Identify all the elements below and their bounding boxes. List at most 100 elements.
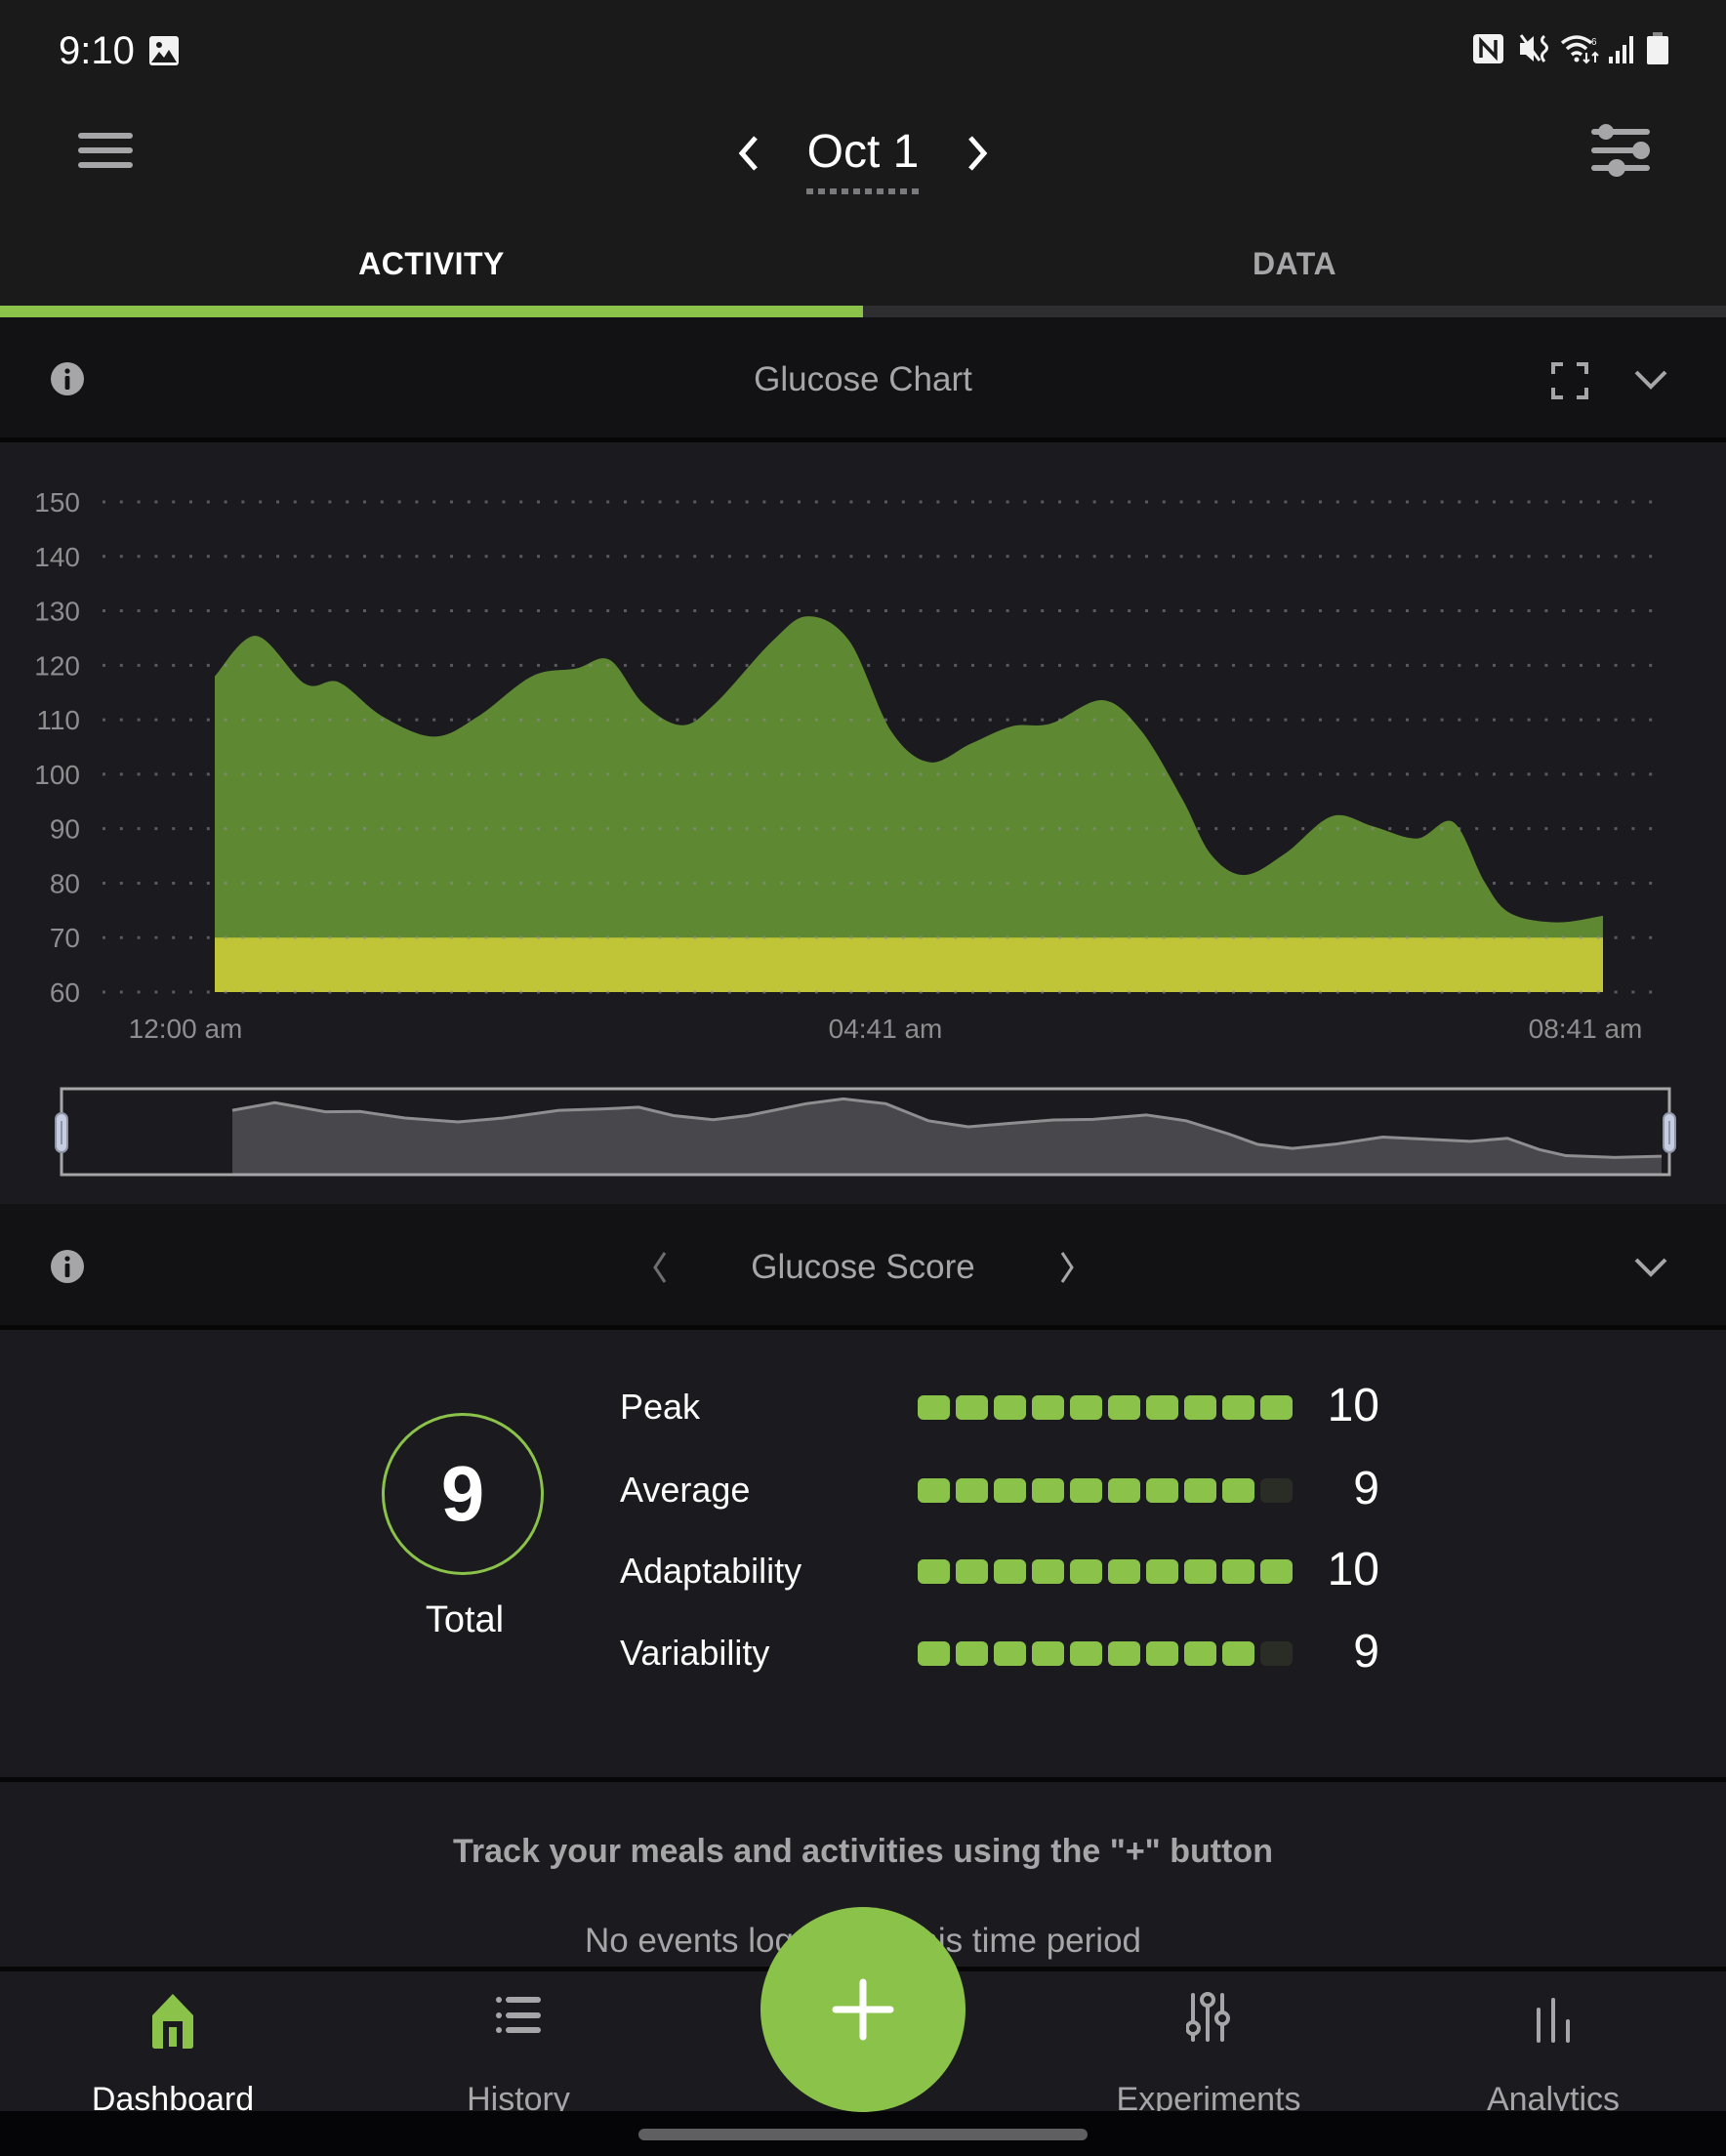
date-underline — [806, 188, 920, 194]
glucose-chart-title: Glucose Chart — [754, 360, 972, 398]
meter-segment-filled — [1070, 1478, 1102, 1503]
score-label: Adaptability — [620, 1551, 802, 1591]
x-axis: 12:00 am 04:41 am 08:41 am — [129, 1014, 1643, 1044]
meter-segment-filled — [1032, 1478, 1064, 1503]
home-icon — [152, 1994, 193, 2049]
nfc-icon — [1473, 34, 1503, 63]
nav-item-history[interactable]: History — [372, 1971, 665, 2118]
meter-segment-filled — [1146, 1478, 1178, 1503]
meter-segment-filled — [956, 1641, 988, 1666]
list-icon — [496, 1997, 541, 2033]
meter-segment-filled — [1146, 1641, 1178, 1666]
tab-activity[interactable]: ACTIVITY — [0, 234, 863, 293]
meter-segment-filled — [994, 1478, 1026, 1503]
total-score-value: 9 — [440, 1450, 485, 1537]
meter-segment-filled — [1070, 1641, 1102, 1666]
meter-segment-filled — [918, 1395, 950, 1420]
collapse-chevron-icon[interactable] — [1633, 367, 1668, 393]
section-divider — [0, 1777, 1726, 1782]
x-tick-label: 04:41 am — [829, 1014, 943, 1044]
glucose-area — [215, 616, 1603, 992]
y-tick-label: 70 — [50, 923, 80, 953]
y-tick-label: 150 — [34, 487, 80, 518]
y-tick-label: 120 — [34, 650, 80, 681]
svg-text:6: 6 — [1591, 37, 1597, 48]
tab-data[interactable]: DATA — [863, 234, 1726, 293]
score-label: Variability — [620, 1633, 770, 1673]
bar-chart-icon — [1537, 1998, 1570, 2043]
events-hint: Track your meals and activities using th… — [453, 1833, 1273, 1870]
score-meter — [918, 1641, 1298, 1666]
meter-segment-filled — [1184, 1478, 1216, 1503]
plus-icon — [832, 1978, 894, 2041]
collapse-chevron-icon[interactable] — [1633, 1255, 1668, 1280]
meter-segment-filled — [1184, 1641, 1216, 1666]
meter-segment-filled — [994, 1395, 1026, 1420]
y-tick-label: 90 — [50, 814, 80, 845]
meter-segment-filled — [1222, 1641, 1254, 1666]
glucose-chart[interactable]: 150 140 130 120 110 100 90 80 70 60 12:00 am 04:41 … — [0, 442, 1726, 1204]
meter-segment-filled — [1070, 1559, 1102, 1584]
wifi-icon: 6 — [1560, 35, 1599, 64]
signal-icon — [1609, 36, 1633, 63]
home-gesture-bar[interactable] — [638, 2129, 1088, 2140]
total-score-label: Total — [425, 1599, 505, 1640]
meter-segment-filled — [994, 1559, 1026, 1584]
meter-segment-filled — [1146, 1395, 1178, 1420]
meter-segment-filled — [1146, 1559, 1178, 1584]
x-tick-label: 12:00 am — [129, 1014, 243, 1044]
range-navigator[interactable] — [55, 1087, 1676, 1177]
meter-segment-filled — [918, 1478, 950, 1503]
image-icon — [149, 36, 179, 65]
filter-sliders-icon[interactable] — [1589, 121, 1654, 180]
meter-segment-filled — [994, 1641, 1026, 1666]
chevron-left-icon[interactable] — [736, 135, 761, 172]
nav-item-experiments[interactable]: Experiments — [1062, 1971, 1355, 2118]
vibrate-mute-icon — [1519, 34, 1548, 62]
score-value: 10 — [1327, 1544, 1379, 1596]
chart-area-layer — [215, 616, 1603, 992]
score-meter — [918, 1559, 1298, 1584]
meter-segment-filled — [1070, 1395, 1102, 1420]
score-label: Peak — [620, 1387, 701, 1427]
meter-segment-filled — [1222, 1478, 1254, 1503]
score-label: Average — [620, 1470, 751, 1510]
nav-item-analytics[interactable]: Analytics — [1407, 1971, 1700, 2118]
glucose-score-title: Glucose Score — [751, 1248, 975, 1286]
score-meter — [918, 1478, 1298, 1503]
score-value: 9 — [1353, 1463, 1379, 1514]
fullscreen-icon[interactable] — [1551, 362, 1588, 399]
navigator-area — [232, 1099, 1662, 1175]
meter-segment-filled — [1108, 1641, 1140, 1666]
add-event-button[interactable] — [760, 1907, 966, 2112]
meter-segment-filled — [918, 1641, 950, 1666]
score-value: 9 — [1353, 1626, 1379, 1678]
low-threshold-band — [215, 937, 1603, 992]
date-selector[interactable]: Oct 1 — [765, 123, 961, 182]
meter-segment-filled — [1032, 1559, 1064, 1584]
meter-segment-filled — [1032, 1641, 1064, 1666]
y-tick-label: 110 — [36, 705, 80, 735]
y-tick-label: 80 — [50, 868, 80, 898]
meter-segment-filled — [1222, 1559, 1254, 1584]
sliders-vertical-icon — [1186, 1992, 1230, 2042]
meter-segment-filled — [956, 1559, 988, 1584]
battery-icon — [1647, 32, 1668, 64]
nav-item-dashboard[interactable]: Dashboard — [26, 1971, 319, 2118]
y-axis: 150 140 130 120 110 100 90 80 70 60 — [34, 487, 80, 1008]
meter-segment-filled — [1184, 1395, 1216, 1420]
score-meter — [918, 1395, 1298, 1420]
chevron-right-icon[interactable] — [965, 135, 990, 172]
meter-segment-filled — [1032, 1395, 1064, 1420]
y-tick-label: 100 — [34, 760, 80, 790]
score-next-icon[interactable] — [1057, 1250, 1077, 1285]
score-value: 10 — [1327, 1380, 1379, 1431]
y-tick-label: 60 — [50, 977, 80, 1008]
tab-indicator — [0, 306, 863, 317]
status-time: 9:10 — [59, 29, 135, 72]
x-tick-label: 08:41 am — [1529, 1014, 1643, 1044]
y-tick-label: 130 — [34, 597, 80, 627]
meter-segment-filled — [1222, 1395, 1254, 1420]
meter-segment-filled — [918, 1559, 950, 1584]
hamburger-menu-icon[interactable] — [78, 131, 133, 170]
